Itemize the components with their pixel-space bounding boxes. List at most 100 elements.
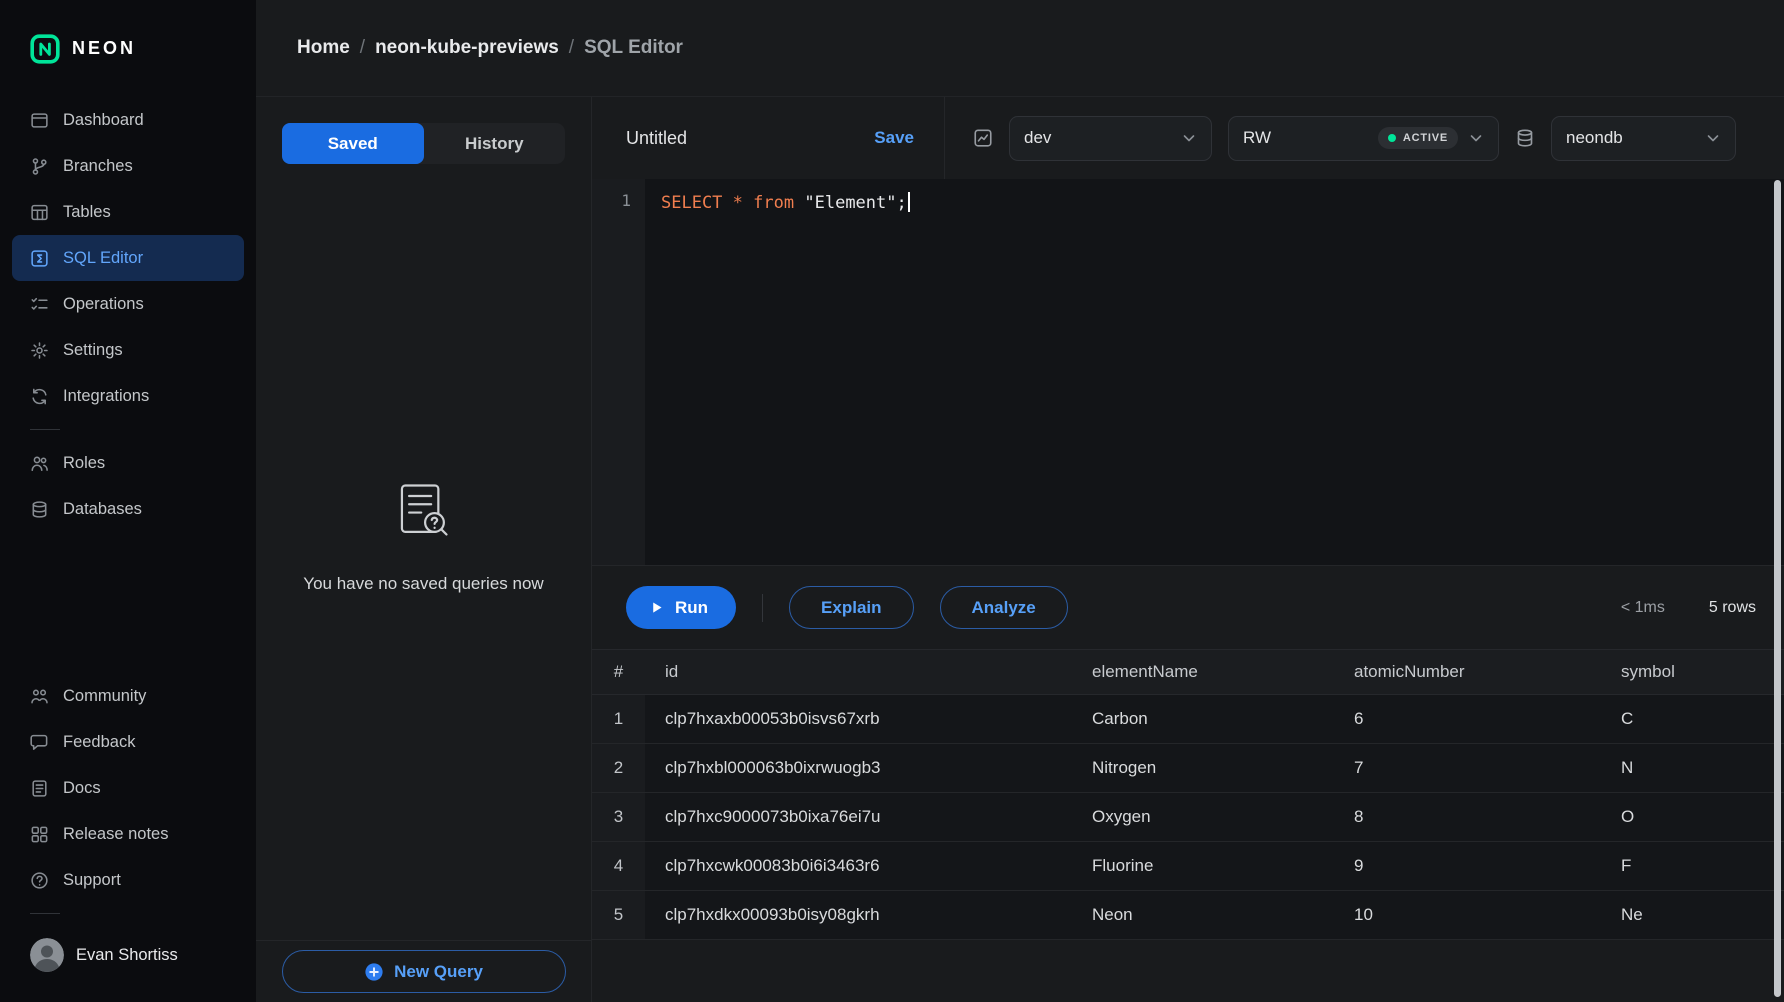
scrollbar-thumb[interactable] (1774, 180, 1781, 997)
table-cell: clp7hxbl000063b0ixrwuogb3 (645, 744, 1072, 793)
table-row[interactable]: 4clp7hxcwk00083b0i6i3463r6Fluorine9F (592, 842, 1784, 891)
neon-logo-icon (30, 34, 60, 64)
tab-saved[interactable]: Saved (282, 123, 424, 164)
sidebar-item-feedback[interactable]: Feedback (12, 719, 244, 765)
queries-panel: SavedHistory You have no saved queries n… (256, 97, 592, 1002)
table-row[interactable]: 1clp7hxaxb00053b0isvs67xrbCarbon6C (592, 695, 1784, 744)
tab-history[interactable]: History (424, 123, 566, 164)
sql-token (794, 193, 804, 213)
breadcrumb: Home/neon-kube-previews/SQL Editor (256, 0, 1784, 97)
app-root: NEON Dashboard Branches Tables SQL Editor Op… (0, 0, 1784, 1002)
new-query-button[interactable]: New Query (282, 950, 566, 993)
roles-icon (30, 454, 49, 473)
sql-token: from (753, 193, 794, 213)
feedback-icon (30, 733, 49, 752)
table-row[interactable]: 2clp7hxbl000063b0ixrwuogb3Nitrogen7N (592, 744, 1784, 793)
sidebar-item-label: Release notes (63, 825, 169, 844)
brand-logo[interactable]: NEON (0, 0, 256, 97)
table-cell: clp7hxc9000073b0ixa76ei7u (645, 793, 1072, 842)
table-cell: clp7hxaxb00053b0isvs67xrb (645, 695, 1072, 744)
sidebar-item-label: Integrations (63, 387, 149, 406)
analyze-button[interactable]: Analyze (940, 586, 1068, 629)
table-row[interactable]: 5clp7hxdkx00093b0isy08gkrhNeon10Ne (592, 891, 1784, 940)
results-area: #idelementNameatomicNumbersymbol1clp7hxa… (592, 649, 1784, 1002)
sql-editor[interactable]: 1 SELECT * from "Element"; (592, 179, 1784, 566)
sidebar-item-label: SQL Editor (63, 249, 143, 268)
sidebar-item-label: Branches (63, 157, 133, 176)
chevron-down-icon (1181, 130, 1197, 146)
plus-circle-icon (364, 962, 384, 982)
sidebar-item-dashboard[interactable]: Dashboard (12, 97, 244, 143)
sidebar-item-label: Roles (63, 454, 105, 473)
brand-name: NEON (72, 38, 136, 59)
sidebar-item-community[interactable]: Community (12, 673, 244, 719)
sidebar-nav-secondary: Roles Databases (0, 440, 256, 532)
queries-tabs: SavedHistory (282, 123, 565, 164)
code-area[interactable]: SELECT * from "Element"; (645, 179, 910, 565)
sidebar-item-roles[interactable]: Roles (12, 440, 244, 486)
table-cell: N (1601, 744, 1784, 793)
sql-token: SELECT (661, 193, 722, 213)
table-cell: C (1601, 695, 1784, 744)
branch-select[interactable]: dev (1009, 116, 1212, 161)
sidebar-item-settings[interactable]: Settings (12, 327, 244, 373)
document-search-icon (392, 480, 456, 544)
sidebar-item-label: Support (63, 871, 121, 890)
scrollbar[interactable] (1774, 180, 1781, 997)
play-icon (649, 600, 664, 615)
table-cell: O (1601, 793, 1784, 842)
database-select[interactable]: neondb (1551, 116, 1736, 161)
integrations-icon (30, 387, 49, 406)
save-button[interactable]: Save (874, 128, 914, 148)
column-header-atomicnumber: atomicNumber (1334, 650, 1601, 695)
active-dot-icon (1388, 134, 1396, 142)
column-header-id: id (645, 650, 1072, 695)
branches-icon (30, 157, 49, 176)
table-cell: 9 (1334, 842, 1601, 891)
user-profile[interactable]: Evan Shortiss (0, 924, 256, 1002)
sidebar-item-label: Docs (63, 779, 101, 798)
explain-button[interactable]: Explain (789, 586, 913, 629)
sidebar-item-operations[interactable]: Operations (12, 281, 244, 327)
content-row: SavedHistory You have no saved queries n… (256, 97, 1784, 1002)
sidebar-item-support[interactable]: Support (12, 857, 244, 903)
sidebar-item-branches[interactable]: Branches (12, 143, 244, 189)
run-button[interactable]: Run (626, 586, 736, 629)
sidebar-item-label: Feedback (63, 733, 135, 752)
database-icon (1515, 128, 1535, 148)
column-header--: # (592, 650, 645, 695)
compute-select[interactable]: RW ACTIVE (1228, 116, 1499, 161)
text-cursor (908, 192, 910, 212)
release-notes-icon (30, 825, 49, 844)
sidebar-item-docs[interactable]: Docs (12, 765, 244, 811)
table-row[interactable]: 3clp7hxc9000073b0ixa76ei7uOxygen8O (592, 793, 1784, 842)
sidebar-item-label: Databases (63, 500, 142, 519)
sidebar-item-release-notes[interactable]: Release notes (12, 811, 244, 857)
sidebar-spacer (0, 532, 256, 673)
table-cell: 2 (592, 744, 645, 793)
status-badge: ACTIVE (1378, 127, 1458, 149)
main-column: Home/neon-kube-previews/SQL Editor Saved… (256, 0, 1784, 1002)
sidebar-item-label: Community (63, 687, 146, 706)
table-cell: Nitrogen (1072, 744, 1334, 793)
breadcrumb-item-neon-kube-previews[interactable]: neon-kube-previews (375, 37, 559, 59)
sidebar-item-label: Dashboard (63, 111, 144, 130)
sidebar-divider (30, 429, 60, 430)
databases-icon (30, 500, 49, 519)
sidebar-item-tables[interactable]: Tables (12, 189, 244, 235)
sidebar-divider (30, 913, 60, 914)
operations-icon (30, 295, 49, 314)
table-cell: 3 (592, 793, 645, 842)
sidebar-item-integrations[interactable]: Integrations (12, 373, 244, 419)
tables-icon (30, 203, 49, 222)
table-cell: 10 (1334, 891, 1601, 940)
sidebar-item-databases[interactable]: Databases (12, 486, 244, 532)
sidebar-item-sql-editor[interactable]: SQL Editor (12, 235, 244, 281)
breadcrumb-item-home[interactable]: Home (297, 37, 350, 59)
table-cell: 6 (1334, 695, 1601, 744)
table-cell: 5 (592, 891, 645, 940)
sidebar-nav-footer: Community Feedback Docs Release notes Suppor… (0, 673, 256, 903)
sql-token: "Element" (804, 193, 896, 213)
query-toolbar: Run Explain Analyze < 1ms 5 rows (592, 566, 1784, 649)
sql-token (743, 193, 753, 213)
